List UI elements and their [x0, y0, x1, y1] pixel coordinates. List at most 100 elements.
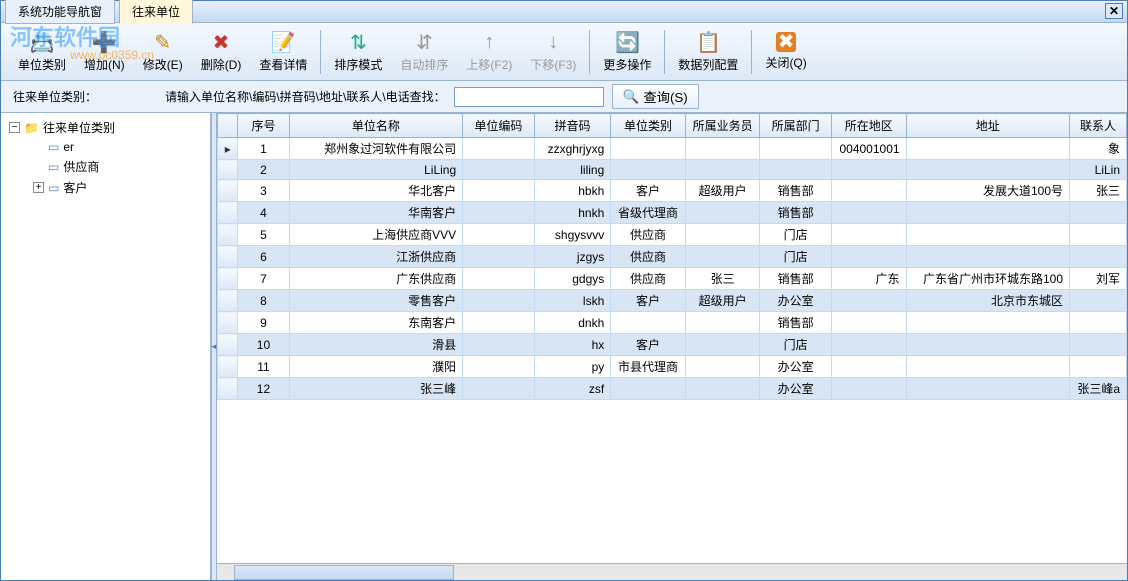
cell-seq[interactable]: 6 [238, 246, 289, 268]
expand-icon[interactable]: + [33, 182, 44, 193]
cell-contact[interactable] [1070, 334, 1127, 356]
col-seq[interactable]: 序号 [238, 114, 289, 138]
tab-sysnavigator[interactable]: 系统功能导航窗 [5, 0, 115, 24]
cell-region[interactable] [831, 378, 906, 400]
cell-type[interactable] [611, 378, 686, 400]
tree-root[interactable]: − 📁 往来单位类别 [5, 117, 206, 138]
more-button[interactable]: 🔄更多操作 [594, 25, 660, 78]
col-code[interactable]: 单位编码 [463, 114, 535, 138]
cell-code[interactable] [463, 246, 535, 268]
cell-region[interactable] [831, 202, 906, 224]
cell-code[interactable] [463, 160, 535, 180]
table-row[interactable]: 5上海供应商VVVshgysvvv供应商门店 [218, 224, 1127, 246]
cell-seq[interactable]: 11 [238, 356, 289, 378]
cell-rep[interactable] [685, 160, 760, 180]
cell-region[interactable]: 广东 [831, 268, 906, 290]
cell-dept[interactable]: 销售部 [760, 312, 832, 334]
cell-dept[interactable]: 办公室 [760, 356, 832, 378]
cell-region[interactable] [831, 290, 906, 312]
row-indicator[interactable] [218, 378, 238, 400]
cell-name[interactable]: 濮阳 [289, 356, 463, 378]
cell-dept[interactable] [760, 160, 832, 180]
cell-contact[interactable]: 刘军 [1070, 268, 1127, 290]
cell-seq[interactable]: 10 [238, 334, 289, 356]
cell-rep[interactable] [685, 378, 760, 400]
tree-item[interactable]: ▭ er [29, 138, 206, 156]
col-region[interactable]: 所在地区 [831, 114, 906, 138]
table-row[interactable]: 9东南客户dnkh销售部 [218, 312, 1127, 334]
cell-code[interactable] [463, 268, 535, 290]
cell-region[interactable]: 004001001 [831, 138, 906, 160]
row-indicator[interactable] [218, 268, 238, 290]
cell-type[interactable]: 供应商 [611, 268, 686, 290]
cell-addr[interactable]: 广东省广州市环城东路100 [906, 268, 1069, 290]
cell-region[interactable] [831, 356, 906, 378]
col-name[interactable]: 单位名称 [289, 114, 463, 138]
horizontal-scrollbar[interactable] [217, 563, 1127, 580]
cell-seq[interactable]: 3 [238, 180, 289, 202]
cell-rep[interactable] [685, 224, 760, 246]
cell-rep[interactable] [685, 246, 760, 268]
cell-pinyin[interactable]: hbkh [534, 180, 611, 202]
cell-dept[interactable]: 销售部 [760, 202, 832, 224]
col-contact[interactable]: 联系人 [1070, 114, 1127, 138]
cell-code[interactable] [463, 290, 535, 312]
cell-seq[interactable]: 7 [238, 268, 289, 290]
category-button[interactable]: 📇单位类别 [9, 25, 75, 78]
cell-addr[interactable] [906, 202, 1069, 224]
cell-name[interactable]: 零售客户 [289, 290, 463, 312]
cell-name[interactable]: 东南客户 [289, 312, 463, 334]
cell-dept[interactable]: 门店 [760, 246, 832, 268]
cell-name[interactable]: 华北客户 [289, 180, 463, 202]
cell-pinyin[interactable]: dnkh [534, 312, 611, 334]
row-indicator[interactable] [218, 312, 238, 334]
collapse-icon[interactable]: − [9, 122, 20, 133]
cell-pinyin[interactable]: liling [534, 160, 611, 180]
table-row[interactable]: 2LiLinglilingLiLin [218, 160, 1127, 180]
cell-code[interactable] [463, 138, 535, 160]
sortmode-button[interactable]: ⇅排序模式 [325, 25, 391, 78]
cell-code[interactable] [463, 378, 535, 400]
column-config-button[interactable]: 📋数据列配置 [669, 25, 747, 78]
col-dept[interactable]: 所属部门 [760, 114, 832, 138]
cell-name[interactable]: 江浙供应商 [289, 246, 463, 268]
cell-contact[interactable] [1070, 224, 1127, 246]
cell-type[interactable] [611, 138, 686, 160]
cell-addr[interactable]: 北京市东城区 [906, 290, 1069, 312]
row-indicator[interactable]: ▸ [218, 138, 238, 160]
cell-dept[interactable]: 办公室 [760, 378, 832, 400]
cell-addr[interactable] [906, 224, 1069, 246]
cell-seq[interactable]: 2 [238, 160, 289, 180]
cell-rep[interactable]: 超级用户 [685, 290, 760, 312]
cell-pinyin[interactable]: hnkh [534, 202, 611, 224]
cell-type[interactable]: 客户 [611, 290, 686, 312]
cell-region[interactable] [831, 160, 906, 180]
cell-pinyin[interactable]: hx [534, 334, 611, 356]
table-row[interactable]: ▸1郑州象过河软件有限公司zzxghrjyxg004001001象 [218, 138, 1127, 160]
row-indicator[interactable] [218, 356, 238, 378]
col-type[interactable]: 单位类别 [611, 114, 686, 138]
cell-region[interactable] [831, 224, 906, 246]
cell-rep[interactable] [685, 334, 760, 356]
edit-button[interactable]: ✎修改(E) [134, 25, 192, 78]
col-addr[interactable]: 地址 [906, 114, 1069, 138]
cell-addr[interactable]: 发展大道100号 [906, 180, 1069, 202]
col-pinyin[interactable]: 拼音码 [534, 114, 611, 138]
search-input[interactable] [454, 87, 604, 107]
cell-pinyin[interactable]: py [534, 356, 611, 378]
cell-type[interactable]: 供应商 [611, 224, 686, 246]
cell-contact[interactable]: 张三 [1070, 180, 1127, 202]
cell-contact[interactable]: LiLin [1070, 160, 1127, 180]
moveup-button[interactable]: ↑上移(F2) [457, 25, 521, 78]
cell-region[interactable] [831, 334, 906, 356]
cell-pinyin[interactable]: jzgys [534, 246, 611, 268]
cell-name[interactable]: 滑县 [289, 334, 463, 356]
table-row[interactable]: 10滑县hx客户门店 [218, 334, 1127, 356]
cell-contact[interactable] [1070, 290, 1127, 312]
row-indicator[interactable] [218, 202, 238, 224]
detail-button[interactable]: 📝查看详情 [250, 25, 316, 78]
cell-rep[interactable]: 张三 [685, 268, 760, 290]
scrollbar-thumb[interactable] [234, 565, 454, 580]
cell-seq[interactable]: 12 [238, 378, 289, 400]
cell-code[interactable] [463, 180, 535, 202]
